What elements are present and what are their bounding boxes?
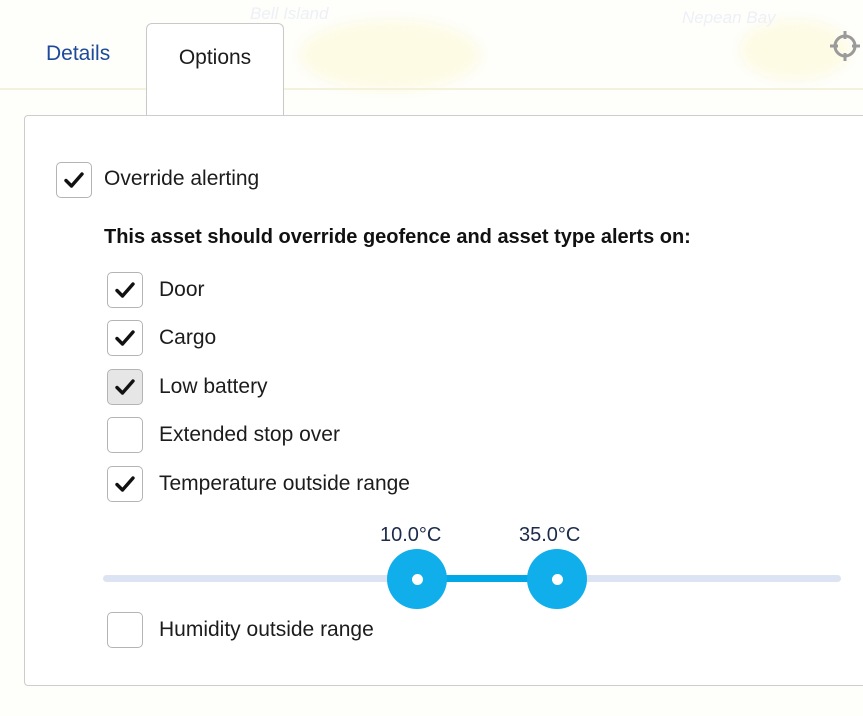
options-content: Override alerting This asset should over…	[0, 0, 863, 716]
cargo-checkbox[interactable]	[107, 320, 143, 356]
override-alerting-checkbox[interactable]	[56, 162, 92, 198]
temperature-min-value: 10.0°C	[380, 524, 442, 546]
checkmark-icon	[115, 330, 135, 346]
temperature-max-handle[interactable]	[527, 549, 587, 609]
temperature-outside-range-checkbox[interactable]	[107, 466, 143, 502]
low-battery-checkbox[interactable]	[107, 369, 143, 405]
checkmark-icon	[64, 172, 84, 188]
door-checkbox[interactable]	[107, 272, 143, 308]
extended-stop-over-checkbox[interactable]	[107, 417, 143, 453]
humidity-outside-range-label: Humidity outside range	[159, 618, 374, 641]
humidity-outside-range-checkbox[interactable]	[107, 612, 143, 648]
temperature-min-handle[interactable]	[387, 549, 447, 609]
temperature-outside-range-label: Temperature outside range	[159, 472, 410, 495]
extended-stop-over-label: Extended stop over	[159, 423, 340, 446]
handle-dot	[551, 573, 563, 585]
checkmark-icon	[115, 379, 135, 395]
low-battery-label: Low battery	[159, 375, 268, 398]
handle-dot	[411, 573, 423, 585]
section-title: This asset should override geofence and …	[104, 226, 691, 248]
door-label: Door	[159, 278, 205, 301]
checkmark-icon	[115, 282, 135, 298]
override-alerting-label: Override alerting	[104, 167, 260, 190]
temperature-max-value: 35.0°C	[519, 524, 581, 546]
checkmark-icon	[115, 476, 135, 492]
cargo-label: Cargo	[159, 326, 217, 349]
